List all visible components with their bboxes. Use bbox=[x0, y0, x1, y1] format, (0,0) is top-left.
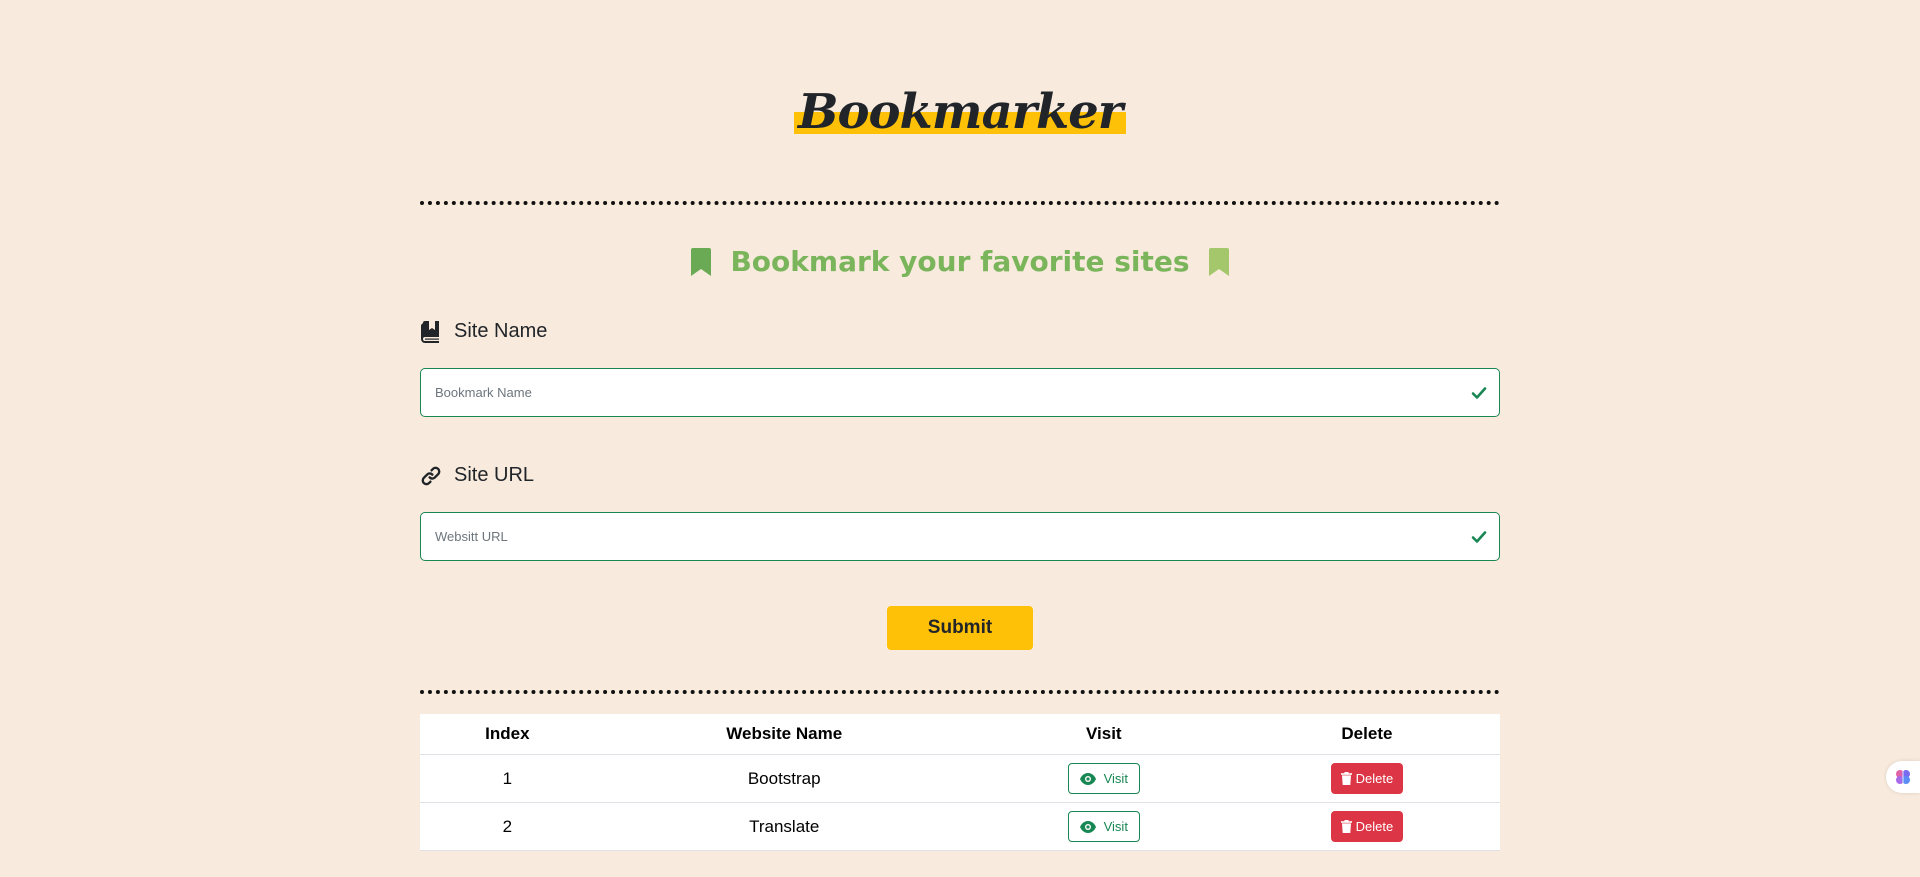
row-delete-cell: Delete bbox=[1233, 802, 1500, 851]
trash-icon bbox=[1340, 820, 1352, 833]
page-title: Bookmarker bbox=[793, 80, 1127, 144]
row-index: 1 bbox=[420, 754, 595, 803]
visit-button[interactable]: Visit bbox=[1067, 811, 1140, 842]
delete-button-label: Delete bbox=[1355, 819, 1394, 834]
side-widget[interactable] bbox=[1886, 761, 1920, 793]
site-name-field[interactable] bbox=[420, 368, 1500, 417]
delete-button[interactable]: Delete bbox=[1330, 763, 1404, 794]
site-url-label: Site URL bbox=[420, 464, 534, 487]
check-icon bbox=[1471, 387, 1487, 399]
header-index: Index bbox=[420, 714, 595, 755]
delete-button-label: Delete bbox=[1355, 771, 1394, 786]
bookmark-icon bbox=[690, 248, 711, 276]
eye-icon bbox=[1079, 820, 1096, 833]
brain-icon bbox=[1896, 770, 1910, 784]
bookmark-icon-right bbox=[1209, 248, 1230, 276]
header-website-name: Website Name bbox=[594, 714, 974, 755]
check-icon bbox=[1471, 531, 1487, 543]
delete-button[interactable]: Delete bbox=[1330, 811, 1404, 842]
row-delete-cell: Delete bbox=[1233, 754, 1500, 803]
eye-icon bbox=[1079, 772, 1096, 785]
row-website-name: Translate bbox=[594, 802, 974, 851]
submit-button[interactable]: Submit bbox=[887, 606, 1033, 650]
site-name-input[interactable] bbox=[421, 369, 1461, 416]
bookmarks-table: Index Website Name Visit Delete 1 Bootst… bbox=[420, 714, 1500, 851]
table-header-row: Index Website Name Visit Delete bbox=[420, 714, 1500, 755]
subtitle: Bookmark your favorite sites bbox=[420, 241, 1500, 282]
header-delete: Delete bbox=[1233, 714, 1500, 755]
link-icon bbox=[421, 466, 441, 485]
bottom-divider bbox=[420, 690, 1500, 694]
table-row: 2 Translate Visit Delete bbox=[420, 802, 1500, 851]
site-url-input[interactable] bbox=[421, 513, 1461, 560]
trash-icon bbox=[1340, 772, 1352, 785]
row-visit-cell: Visit bbox=[973, 754, 1234, 803]
row-visit-cell: Visit bbox=[973, 802, 1234, 851]
table-row: 1 Bootstrap Visit Delete bbox=[420, 754, 1500, 803]
row-website-name: Bootstrap bbox=[594, 754, 974, 803]
visit-button-label: Visit bbox=[1103, 819, 1128, 834]
site-name-label-text: Site Name bbox=[454, 320, 548, 342]
book-bookmark-icon bbox=[421, 320, 439, 343]
site-url-label-text: Site URL bbox=[454, 464, 535, 486]
subtitle-text: Bookmark your favorite sites bbox=[730, 245, 1190, 278]
visit-button[interactable]: Visit bbox=[1067, 763, 1140, 794]
visit-button-label: Visit bbox=[1103, 771, 1128, 786]
site-url-field[interactable] bbox=[420, 512, 1500, 561]
top-divider bbox=[420, 201, 1500, 205]
site-name-label: Site Name bbox=[420, 320, 547, 343]
row-index: 2 bbox=[420, 802, 595, 851]
header-visit: Visit bbox=[973, 714, 1234, 755]
brand-header: Bookmarker bbox=[420, 80, 1500, 144]
